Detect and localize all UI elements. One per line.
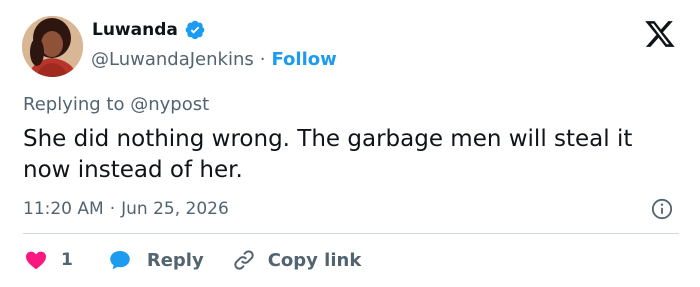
tweet-text: She did nothing wrong. The garbage men w…: [23, 126, 633, 183]
replying-prefix: Replying to: [23, 94, 125, 115]
x-logo-icon[interactable]: [644, 18, 676, 50]
avatar[interactable]: [22, 16, 83, 77]
reply-button[interactable]: Reply: [107, 248, 204, 272]
tweet-meta: 11:20 AM · Jun 25, 2026: [23, 199, 229, 219]
verified-badge-icon: [184, 19, 206, 41]
reply-label: Reply: [146, 249, 204, 271]
info-icon[interactable]: [651, 198, 673, 220]
action-bar: 1 Reply Copy link: [23, 247, 361, 273]
author-name[interactable]: Luwanda: [92, 20, 178, 40]
avatar-image: [22, 16, 83, 77]
replying-to-mention[interactable]: @nypost: [130, 94, 209, 115]
like-button[interactable]: 1: [23, 248, 73, 272]
tweet-date[interactable]: Jun 25, 2026: [121, 199, 229, 219]
heart-icon: [23, 248, 49, 272]
like-count: 1: [61, 250, 73, 270]
replying-to: Replying to @nypost: [23, 94, 209, 115]
tweet-time[interactable]: 11:20 AM: [23, 199, 104, 219]
meta-separator: ·: [109, 199, 116, 219]
copy-link-button[interactable]: Copy link: [232, 248, 362, 272]
copy-link-label: Copy link: [267, 249, 362, 271]
follow-button[interactable]: Follow: [271, 49, 336, 70]
separator-dot: ·: [259, 49, 266, 70]
author-handle[interactable]: @LuwandaJenkins: [91, 49, 254, 70]
speech-bubble-icon: [107, 248, 133, 272]
divider: [23, 233, 679, 234]
link-icon: [232, 248, 256, 272]
